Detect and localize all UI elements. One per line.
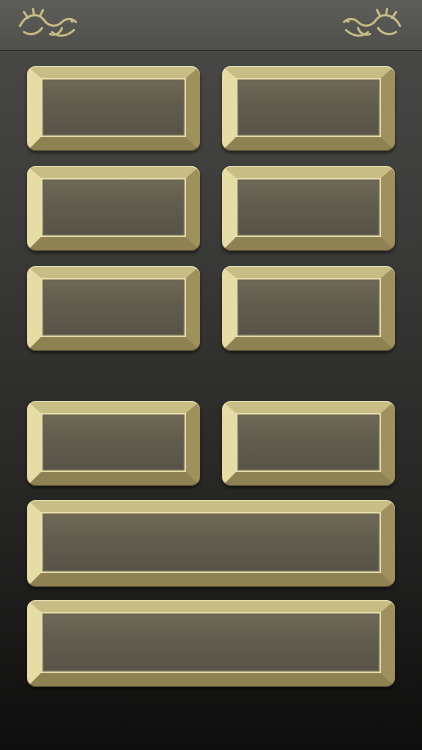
gold-wide-button-2[interactable] [27,600,395,687]
gold-button-3[interactable] [27,166,200,251]
gold-wide-button-1[interactable] [27,500,395,587]
dragon-ornament-icon [342,7,402,37]
gold-button-7[interactable] [27,401,200,486]
button-label [41,612,381,673]
button-label [41,78,186,137]
gold-button-4[interactable] [222,166,395,251]
gold-button-2[interactable] [222,66,395,151]
button-label [41,512,381,573]
button-label [41,178,186,237]
gold-button-8[interactable] [222,401,395,486]
button-label [236,78,381,137]
button-label [236,178,381,237]
header-bar [0,0,422,51]
gold-button-1[interactable] [27,66,200,151]
button-label [236,278,381,337]
button-label [236,413,381,472]
button-label [41,278,186,337]
gold-button-5[interactable] [27,266,200,351]
dragon-ornament-icon [18,7,78,37]
button-label [41,413,186,472]
gold-button-6[interactable] [222,266,395,351]
